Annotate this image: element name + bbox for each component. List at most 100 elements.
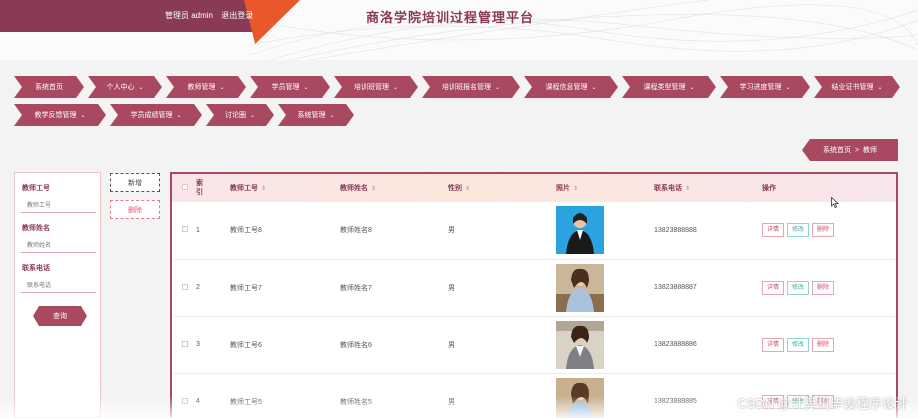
nav-item-teacher[interactable]: 教师管理 ⌄: [166, 76, 246, 98]
breadcrumb-home[interactable]: 系统首页: [823, 145, 851, 155]
cell-photo: [556, 202, 654, 259]
nav-item-label: 学习进度管理: [739, 84, 782, 91]
detail-button[interactable]: 详情: [762, 223, 785, 238]
nav-item-enroll[interactable]: 培训班报名管理 ⌄: [422, 76, 520, 98]
cell-teacher-no: 教师工号7: [230, 284, 262, 292]
nav-item-label: 课程类型管理: [643, 84, 686, 91]
row-checkbox[interactable]: [182, 226, 188, 233]
phone-input[interactable]: [21, 279, 96, 293]
header-teacher-name[interactable]: 教师姓名 ⇕: [340, 174, 448, 202]
teacher-photo[interactable]: [556, 206, 604, 255]
detail-button[interactable]: 详情: [762, 280, 785, 295]
table-row: 3 教师工号6 教师姓名6 男 13823888886 详情 修改 删除: [172, 316, 896, 373]
nav-item-forum[interactable]: 讨论圈 ⌄: [206, 104, 274, 126]
chevron-down-icon: ⌄: [877, 84, 883, 91]
header-phone[interactable]: 联系电话 ⇕: [654, 174, 762, 202]
nav-item-label: 系统管理: [297, 112, 326, 119]
nav-item-course-type[interactable]: 课程类型管理 ⌄: [622, 76, 716, 98]
header-index: 索引: [196, 174, 230, 202]
nav-item-progress[interactable]: 学习进度管理 ⌄: [720, 76, 810, 98]
delete-button[interactable]: 删除: [812, 223, 835, 238]
cell-ops: 详情 修改 删除: [762, 316, 896, 373]
cell-phone: 13823888887: [654, 284, 697, 291]
row-checkbox[interactable]: [182, 283, 188, 290]
nav-item-score[interactable]: 学员成绩管理 ⌄: [110, 104, 202, 126]
nav-row-2: 教学反馈管理 ⌄ 学员成绩管理 ⌄ 讨论圈 ⌄ 系统管理 ⌄: [14, 104, 904, 126]
search-panel: 教师工号 教师姓名 联系电话 查询: [14, 172, 101, 418]
nav-item-label: 教学反馈管理: [34, 112, 77, 119]
nav-item-label: 培训班报名管理: [441, 84, 491, 91]
add-button[interactable]: 新增: [110, 173, 160, 192]
cell-teacher-no: 教师工号8: [230, 227, 262, 235]
detail-button[interactable]: 详情: [762, 337, 785, 352]
nav-item-home[interactable]: 系统首页: [14, 76, 84, 98]
teacher-no-input[interactable]: [21, 199, 96, 213]
header-photo[interactable]: 照片 ⇕: [556, 174, 654, 202]
delete-button[interactable]: 删除: [812, 280, 835, 295]
teacher-photo[interactable]: [556, 263, 604, 312]
row-checkbox[interactable]: [182, 340, 188, 347]
nav-item-system[interactable]: 系统管理 ⌄: [278, 104, 354, 126]
header-label: 教师工号: [230, 185, 258, 192]
teacher-table: 索引 教师工号 ⇕ 教师姓名 ⇕ 性别 ⇕ 照片 ⇕ 联系电话 ⇕ 操作 1 教师工号8 …: [170, 172, 898, 418]
table-row: 2 教师工号7 教师姓名7 男 13823888887 详情 修改 删除: [172, 259, 896, 316]
nav-item-student[interactable]: 学员管理 ⌄: [250, 76, 330, 98]
cell-index: 4: [196, 398, 200, 405]
header-gender[interactable]: 性别 ⇕: [448, 174, 556, 202]
nav-item-label: 学员成绩管理: [130, 112, 173, 119]
admin-info: 管理员 admin 退出登录: [165, 10, 259, 21]
header-label: 教师姓名: [340, 185, 368, 192]
header-ops: 操作: [762, 174, 896, 202]
chevron-down-icon: ⌄: [219, 84, 225, 91]
watermark: CSDN @计算机毕设程序设计: [737, 396, 908, 411]
teacher-no-label: 教师工号: [22, 185, 50, 192]
table-header-row: 索引 教师工号 ⇕ 教师姓名 ⇕ 性别 ⇕ 照片 ⇕ 联系电话 ⇕ 操作: [172, 174, 896, 202]
nav-item-course[interactable]: 课程信息管理 ⌄: [524, 76, 618, 98]
sort-icon[interactable]: ⇕: [685, 186, 690, 192]
header-label: 联系电话: [654, 185, 682, 192]
select-all-checkbox[interactable]: [182, 184, 188, 190]
cell-index: 1: [196, 226, 200, 234]
row-select-cell: [172, 316, 196, 373]
chevron-down-icon: ⌄: [176, 112, 182, 119]
header-label: 性别: [448, 185, 462, 192]
edit-button[interactable]: 修改: [787, 223, 810, 238]
sort-icon[interactable]: ⇕: [371, 186, 376, 192]
mouse-cursor-icon: [831, 197, 839, 208]
teacher-photo[interactable]: [556, 320, 604, 369]
chevron-down-icon: ⌄: [392, 84, 399, 91]
query-button[interactable]: 查询: [33, 306, 87, 326]
edit-button[interactable]: 修改: [787, 280, 810, 295]
nav-item-feedback[interactable]: 教学反馈管理 ⌄: [14, 104, 106, 126]
batch-delete-button[interactable]: 删除: [110, 200, 160, 219]
header-teacher-no[interactable]: 教师工号 ⇕: [230, 174, 340, 202]
cell-index: 2: [196, 284, 200, 291]
cell-gender: 男: [448, 341, 455, 349]
chevron-down-icon: ⌄: [138, 84, 144, 91]
sort-icon[interactable]: ⇕: [465, 186, 470, 192]
row-checkbox[interactable]: [182, 397, 188, 404]
nav-item-label: 课程信息管理: [545, 84, 588, 91]
header-label: 照片: [556, 185, 570, 192]
teacher-photo[interactable]: [556, 377, 604, 418]
sort-icon[interactable]: ⇕: [573, 186, 578, 192]
nav-item-profile[interactable]: 个人中心 ⌄: [88, 76, 162, 98]
teacher-name-input[interactable]: [21, 239, 96, 253]
chevron-down-icon: ⌄: [329, 112, 335, 119]
phone-label: 联系电话: [22, 265, 50, 272]
nav-item-certificate[interactable]: 结业证书管理 ⌄: [814, 76, 900, 98]
nav-item-class[interactable]: 培训班管理 ⌄: [334, 76, 418, 98]
chevron-down-icon: ⌄: [249, 112, 256, 119]
logout-link[interactable]: 退出登录: [221, 11, 253, 20]
edit-button[interactable]: 修改: [787, 337, 810, 352]
top-header: 管理员 admin 退出登录 商洛学院培训过程管理平台: [0, 0, 918, 60]
nav-item-label: 个人中心: [106, 84, 135, 91]
breadcrumb-separator: >: [854, 146, 860, 154]
teacher-name-label: 教师姓名: [22, 225, 50, 232]
cell-ops: 详情 修改 删除: [762, 202, 896, 259]
sort-icon[interactable]: ⇕: [261, 186, 266, 192]
cell-ops: 详情 修改 删除: [762, 259, 896, 316]
delete-button[interactable]: 删除: [812, 337, 835, 352]
row-select-cell: [172, 202, 196, 259]
cell-phone: 13823888888: [654, 226, 697, 234]
